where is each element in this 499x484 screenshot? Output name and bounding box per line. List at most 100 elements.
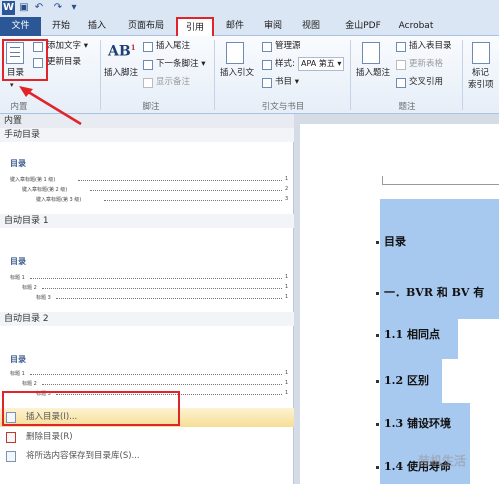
save-selection-label: 将所选内容保存到目录库(S)... bbox=[26, 451, 140, 461]
heading-marker bbox=[376, 423, 379, 426]
insert-footnote-button[interactable]: 插入脚注 bbox=[104, 68, 138, 79]
toc-page-number: 1 bbox=[285, 294, 289, 300]
toc-page-number: 1 bbox=[285, 370, 289, 376]
doc-heading[interactable]: 目录 bbox=[384, 233, 406, 249]
add-text-button[interactable]: 添加文字 ▾ bbox=[47, 41, 88, 52]
heading-marker bbox=[376, 292, 379, 295]
update-table-button[interactable]: 更新表格 bbox=[409, 59, 443, 70]
doc-heading[interactable]: 1.1 相同点 bbox=[384, 326, 440, 342]
manage-sources-button[interactable]: 管理源 bbox=[275, 41, 301, 52]
mark-entry-button-line2[interactable]: 索引项 bbox=[468, 80, 494, 91]
toc-preview-line: 标题 3 bbox=[36, 295, 51, 301]
style-icon bbox=[262, 60, 272, 70]
heading-marker bbox=[376, 334, 379, 337]
heading-marker bbox=[376, 380, 379, 383]
manage-sources-icon bbox=[262, 42, 272, 52]
insert-endnote-button[interactable]: 插入尾注 bbox=[156, 41, 190, 52]
style-label: 样式: bbox=[275, 59, 295, 69]
watermark-logo: 装机生活 bbox=[418, 454, 467, 468]
tab-insert[interactable]: 插入 bbox=[82, 17, 112, 36]
toc-preview-line: 标题 2 bbox=[22, 381, 37, 387]
toc-page-number: 3 bbox=[285, 196, 289, 202]
toc-leader bbox=[90, 190, 282, 191]
insert-citation-button[interactable]: 插入引文 bbox=[220, 68, 254, 79]
toc-leader bbox=[104, 200, 282, 201]
insert-caption-button[interactable]: 插入题注 bbox=[356, 68, 390, 79]
style-dropdown[interactable]: APA 第五 ▾ bbox=[298, 57, 344, 71]
insert-endnote-icon bbox=[143, 42, 153, 52]
toc-preview-line: 键入章标题(第 1 级) bbox=[10, 177, 56, 183]
insert-table-of-figures-icon bbox=[396, 42, 406, 52]
toc-page-number: 1 bbox=[285, 380, 289, 386]
show-notes-button[interactable]: 显示备注 bbox=[156, 77, 190, 88]
citation-group-label: 引文与书目 bbox=[261, 102, 305, 112]
auto-toc-1-label: 自动目录 1 bbox=[0, 214, 294, 228]
save-icon[interactable]: ▣ bbox=[18, 2, 30, 14]
tab-file[interactable]: 文件 bbox=[0, 17, 41, 36]
next-footnote-button[interactable]: 下一条脚注 ▾ bbox=[156, 59, 205, 70]
margin-marker bbox=[382, 184, 499, 185]
insert-citation-icon bbox=[226, 42, 244, 64]
manual-toc-preview-title: 目录 bbox=[10, 159, 26, 168]
tab-acrobat[interactable]: Acrobat bbox=[394, 17, 438, 36]
tab-references[interactable]: 引用 bbox=[176, 17, 214, 36]
doc-heading[interactable]: 一．BVR 和 BV 有 bbox=[384, 284, 484, 300]
redo-icon[interactable]: ↷ bbox=[52, 2, 64, 14]
doc-heading[interactable]: 1.2 区别 bbox=[384, 372, 429, 388]
tab-page-layout[interactable]: 页面布局 bbox=[124, 17, 168, 36]
undo-icon[interactable]: ↶ bbox=[33, 2, 45, 14]
tab-mailings[interactable]: 邮件 bbox=[220, 17, 250, 36]
toc-leader bbox=[30, 374, 282, 375]
toc-page-number: 1 bbox=[285, 176, 289, 182]
delete-toc-icon bbox=[6, 432, 16, 443]
cross-reference-button[interactable]: 交叉引用 bbox=[409, 77, 443, 88]
auto-toc-1-preview-title: 目录 bbox=[10, 257, 26, 266]
toc-leader bbox=[30, 278, 282, 279]
tab-review[interactable]: 审阅 bbox=[258, 17, 288, 36]
save-to-gallery-icon bbox=[6, 451, 16, 462]
heading-marker bbox=[376, 466, 379, 469]
insert-table-of-figures-button[interactable]: 插入表目录 bbox=[409, 41, 452, 52]
update-table-icon bbox=[396, 60, 406, 70]
manual-toc-label: 手动目录 bbox=[0, 128, 294, 142]
tab-kingsoft-pdf[interactable]: 金山PDF bbox=[338, 17, 388, 36]
customize-qat-icon[interactable]: ▾ bbox=[68, 2, 80, 14]
delete-toc-label: 删除目录(R) bbox=[26, 432, 73, 442]
toc-preview-line: 标题 1 bbox=[10, 371, 25, 377]
toc-page-number: 2 bbox=[285, 186, 289, 192]
auto-toc-2-preview-title: 目录 bbox=[10, 355, 26, 364]
toc-page-number: 1 bbox=[285, 284, 289, 290]
insert-caption-icon bbox=[362, 42, 380, 64]
toc-leader bbox=[42, 384, 282, 385]
bibliography-icon bbox=[262, 78, 272, 88]
insert-footnote-icon: AB1 bbox=[108, 43, 136, 60]
word-app-icon[interactable]: W bbox=[2, 1, 15, 15]
margin-marker bbox=[382, 176, 383, 184]
update-toc-icon bbox=[33, 58, 43, 68]
group-separator bbox=[100, 40, 101, 110]
toc-dropdown-arrow[interactable]: ▾ bbox=[10, 80, 14, 91]
toc-leader bbox=[42, 288, 282, 289]
delete-toc-menu-item[interactable]: 删除目录(R) bbox=[0, 428, 294, 447]
tab-home[interactable]: 开始 bbox=[46, 17, 76, 36]
add-text-icon bbox=[33, 42, 43, 52]
insert-toc-highlight bbox=[2, 391, 180, 426]
tab-view[interactable]: 视图 bbox=[296, 17, 326, 36]
toc-preview-line: 键入章标题(第 3 级) bbox=[36, 197, 82, 203]
footnote-group-label: 脚注 bbox=[142, 102, 160, 112]
update-toc-button[interactable]: 更新目录 bbox=[47, 57, 81, 68]
next-footnote-icon bbox=[143, 60, 153, 70]
mark-entry-icon bbox=[472, 42, 490, 64]
toc-leader bbox=[78, 180, 282, 181]
caption-group-label: 题注 bbox=[398, 102, 416, 112]
save-selection-menu-item[interactable]: 将所选内容保存到目录库(S)... bbox=[0, 447, 294, 466]
cross-reference-icon bbox=[396, 78, 406, 88]
group-separator bbox=[350, 40, 351, 110]
group-separator bbox=[462, 40, 463, 110]
mark-entry-button-line1[interactable]: 标记 bbox=[472, 68, 489, 79]
doc-heading[interactable]: 1.3 铺设环境 bbox=[384, 415, 451, 431]
bibliography-button[interactable]: 书目 ▾ bbox=[275, 77, 299, 88]
toc-leader bbox=[56, 298, 282, 299]
toc-preview-line: 键入章标题(第 2 级) bbox=[22, 187, 68, 193]
show-notes-icon bbox=[143, 78, 153, 88]
